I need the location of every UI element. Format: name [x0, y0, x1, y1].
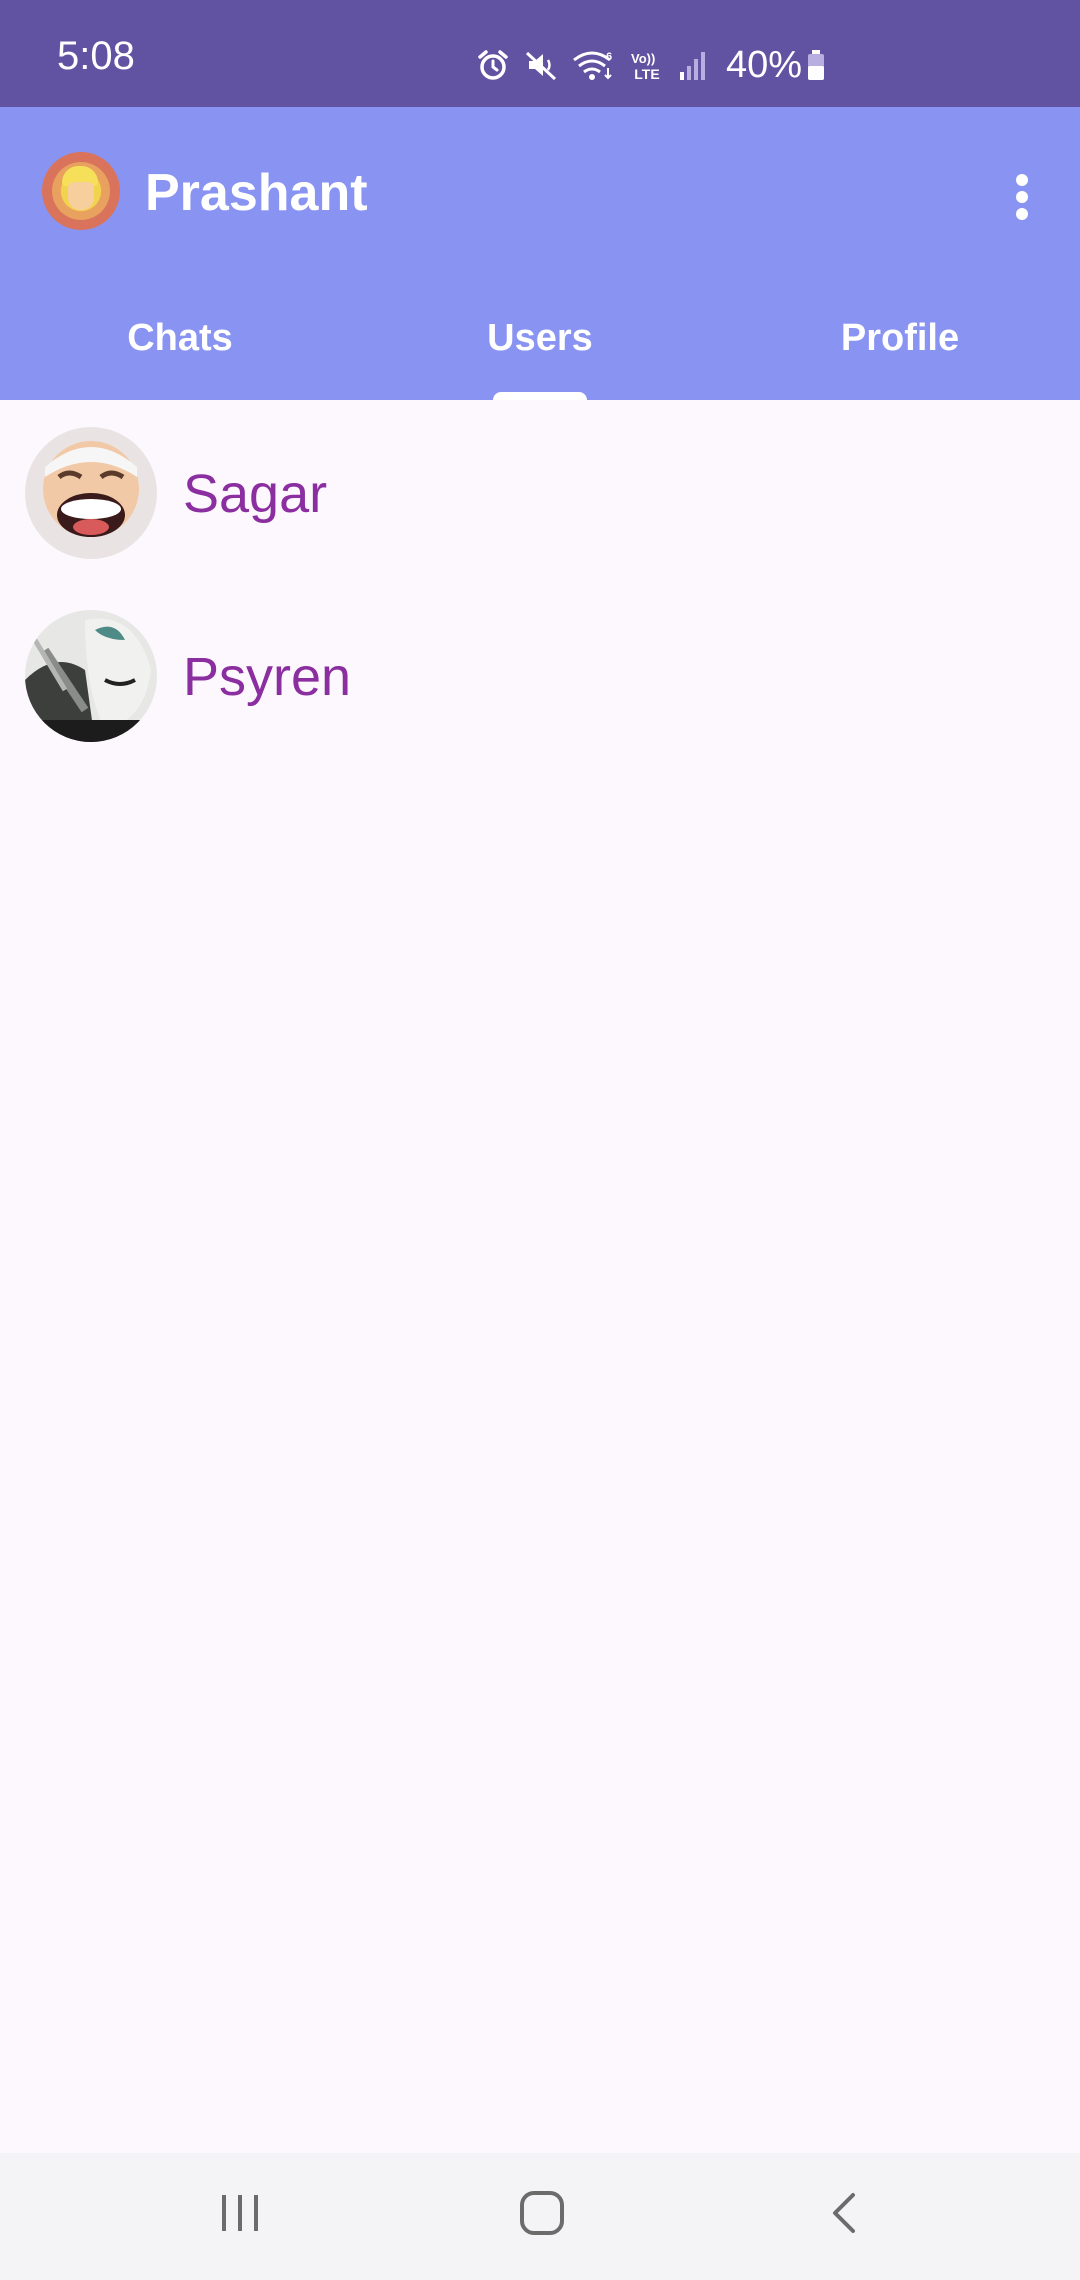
lte-label: LTE: [634, 66, 660, 82]
volte-icon: Vo)) LTE: [630, 49, 664, 81]
back-button[interactable]: [804, 2183, 884, 2247]
list-item-user-psyren[interactable]: Psyren: [0, 583, 1080, 766]
svg-text:6: 6: [606, 51, 612, 63]
tab-selected-indicator: [493, 392, 587, 400]
tab-users[interactable]: Users: [360, 295, 720, 400]
more-options-button[interactable]: [1000, 167, 1044, 231]
back-icon: [829, 2191, 859, 2240]
battery-icon: [806, 48, 826, 82]
app-title: Prashant: [145, 164, 368, 222]
tab-users-label: Users: [487, 317, 593, 359]
wifi-icon: 6: [572, 48, 616, 82]
user-name: Sagar: [183, 464, 328, 524]
tab-bar: Chats Users Profile: [0, 295, 1080, 400]
tab-profile[interactable]: Profile: [720, 295, 1080, 400]
home-button[interactable]: [502, 2183, 582, 2247]
tab-profile-label: Profile: [840, 317, 960, 359]
svg-text:Vo)): Vo)): [631, 51, 655, 66]
list-item-user-sagar[interactable]: Sagar: [0, 400, 1080, 583]
more-vert-icon: [1014, 172, 1030, 227]
status-time: 5:08: [57, 34, 135, 78]
own-avatar[interactable]: [42, 152, 120, 230]
mute-icon: [524, 48, 558, 82]
home-icon: [519, 2190, 565, 2241]
status-icons: 6 Vo)) LTE 40%: [476, 40, 826, 90]
battery-percent: 40%: [726, 44, 803, 86]
tab-chats[interactable]: Chats: [0, 295, 360, 400]
system-nav-bar: [0, 2153, 1080, 2280]
status-bar: 5:08 6 Vo)) LTE 40%: [0, 0, 1080, 107]
alarm-icon: [476, 48, 510, 82]
tab-chats-label: Chats: [127, 317, 233, 359]
app-bar: Prashant Chats Users Profile: [0, 107, 1080, 400]
user-name: Psyren: [183, 647, 352, 707]
recents-icon: [218, 2193, 262, 2238]
signal-icon: [678, 48, 708, 82]
recents-button[interactable]: [200, 2183, 280, 2247]
user-avatar: [25, 427, 157, 559]
user-avatar: [25, 610, 157, 742]
